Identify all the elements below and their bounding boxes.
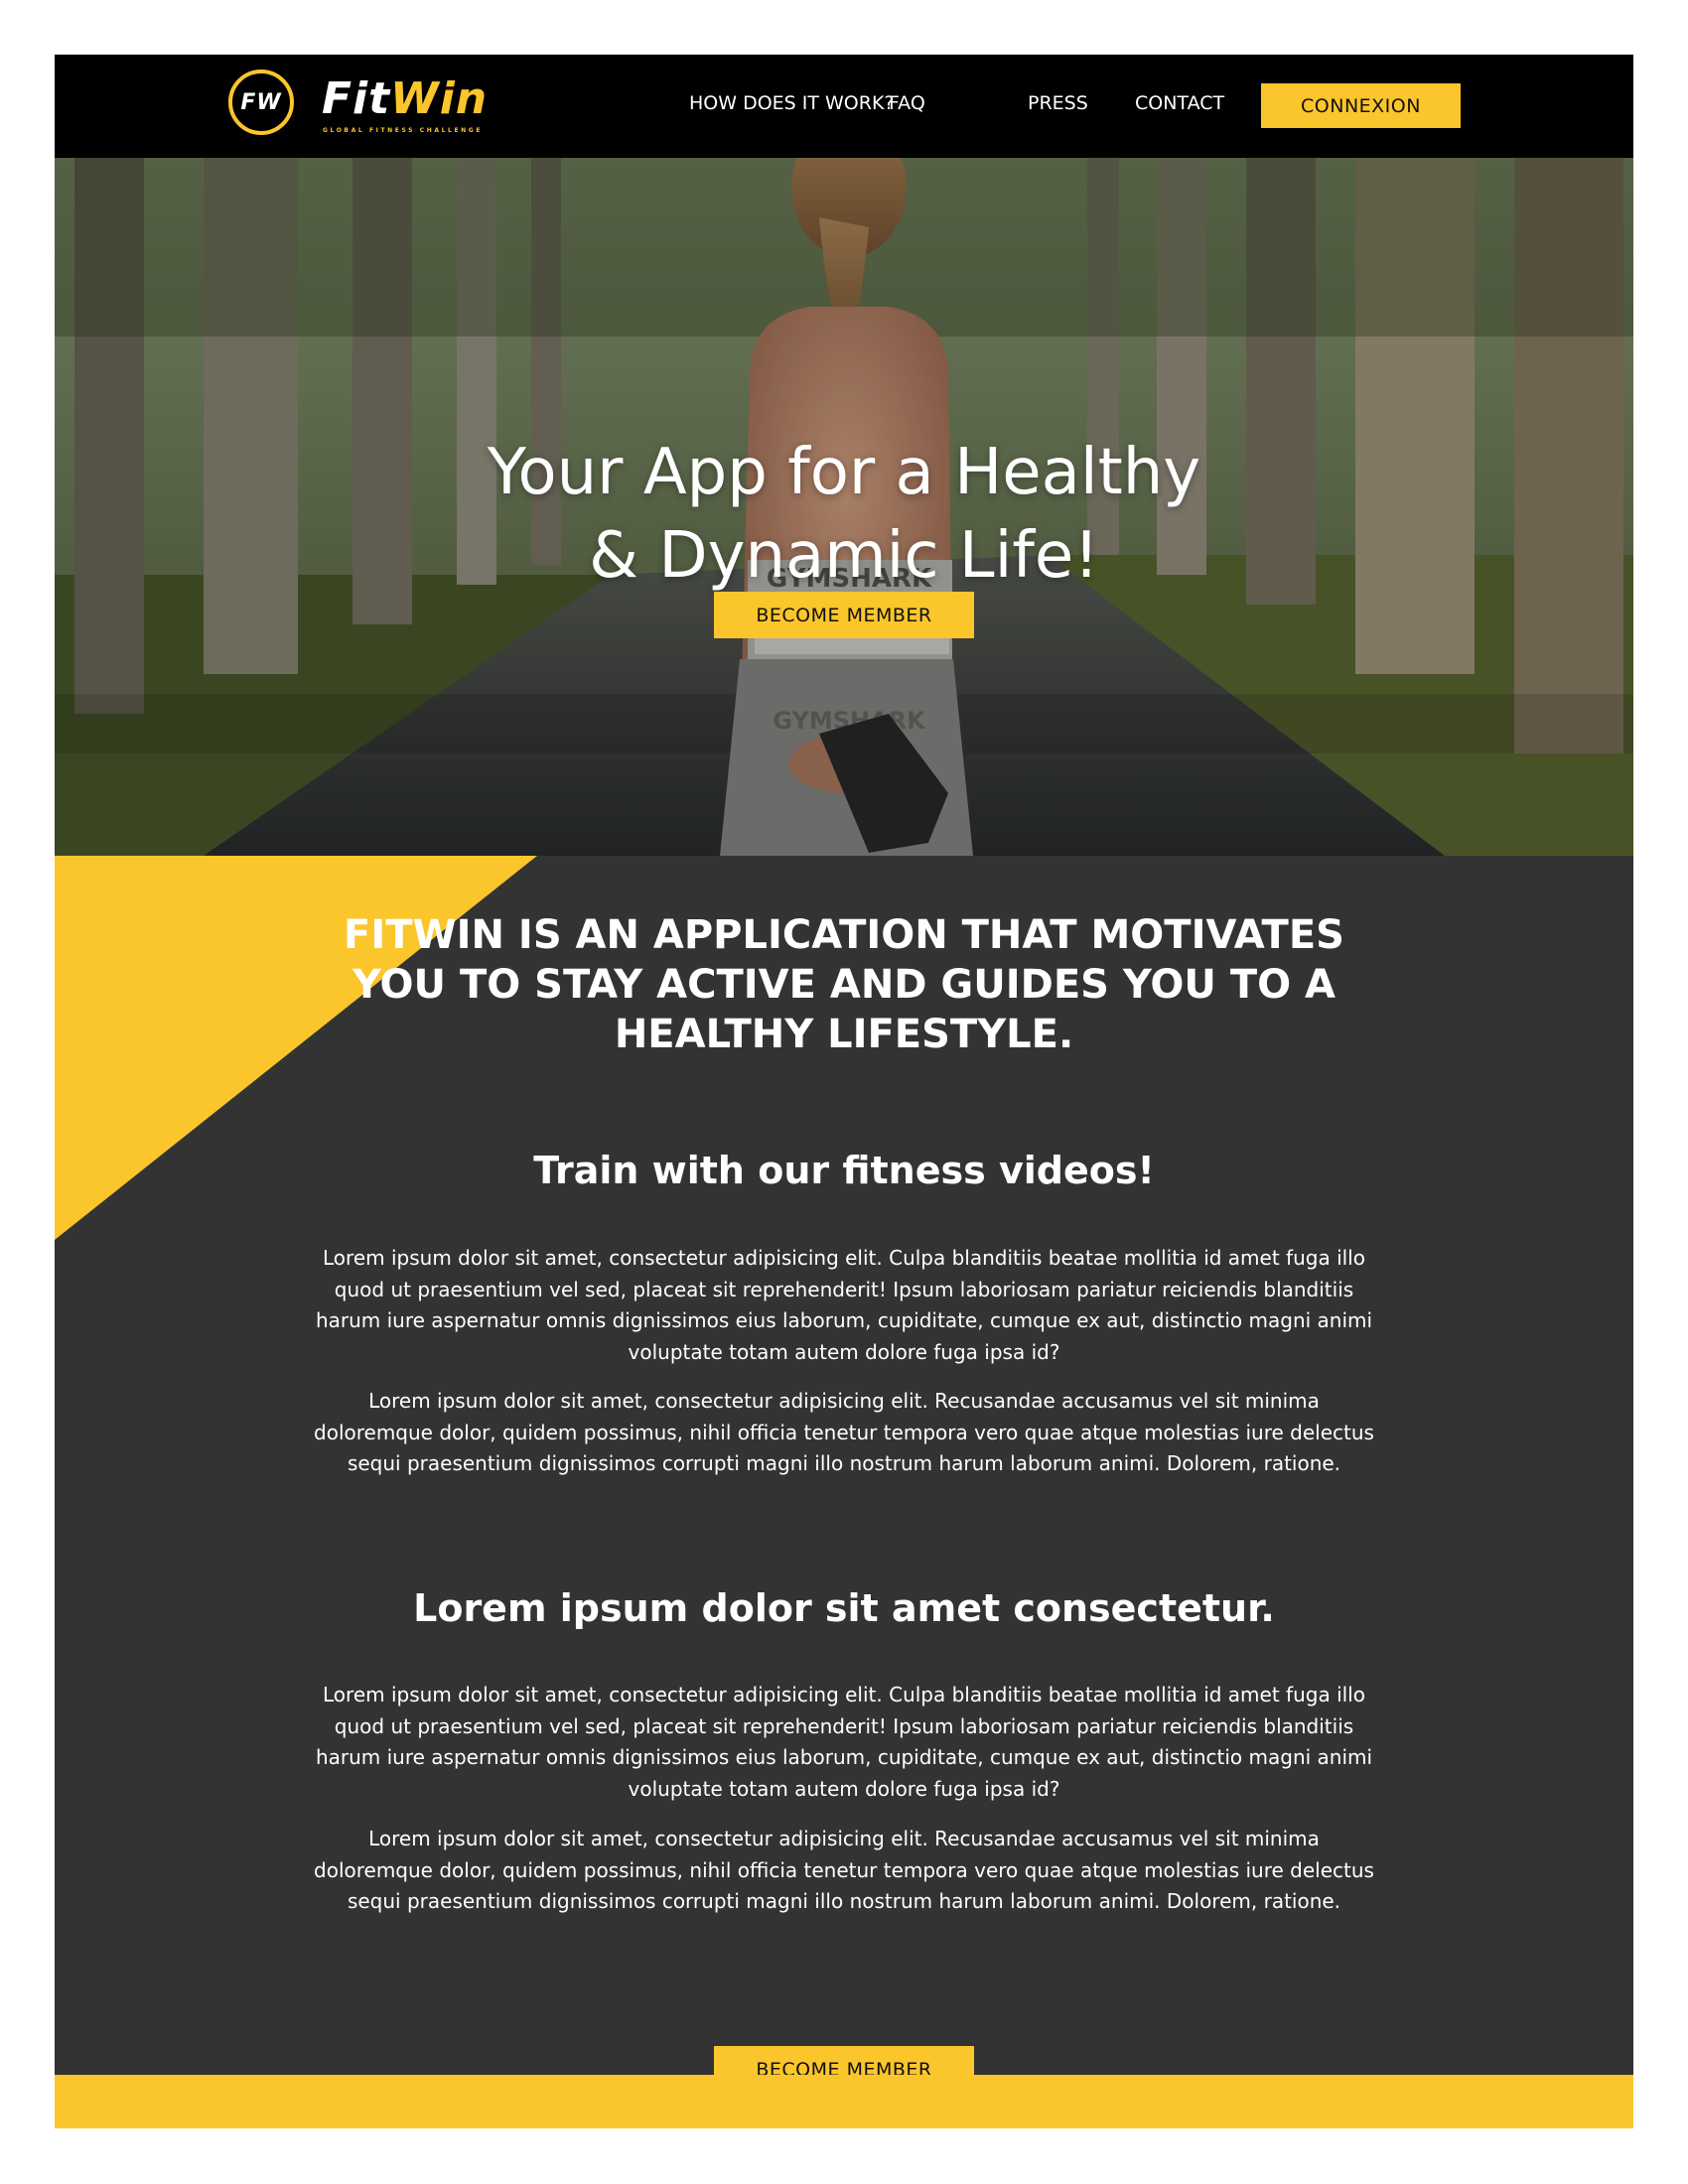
nav-link-press[interactable]: PRESS	[1028, 92, 1088, 114]
intro-statement: FITWIN IS AN APPLICATION THAT MOTIVATES …	[344, 912, 1344, 1057]
hero-become-member-button[interactable]: BECOME MEMBER	[714, 592, 974, 638]
logo-badge-icon: FW	[228, 69, 294, 135]
nav-link-contact[interactable]: CONTACT	[1135, 92, 1224, 114]
footer-accent-bar	[55, 2075, 1633, 2128]
nav-link-how-it-works[interactable]: HOW DOES IT WORK?	[689, 92, 895, 114]
page-container: FW FitWin GLOBAL FITNESS CHALLENGE HOW D…	[55, 55, 1633, 2128]
about-section: FITWIN IS AN APPLICATION THAT MOTIVATES …	[55, 856, 1633, 2093]
nav-link-faq[interactable]: FAQ	[889, 92, 925, 114]
logo-wordmark-part1: Fit	[322, 73, 391, 124]
section-heading-videos: Train with our fitness videos!	[533, 1149, 1155, 1192]
section-heading-lorem: Lorem ipsum dolor sit amet consectetur.	[413, 1586, 1275, 1630]
connexion-button[interactable]: CONNEXION	[1261, 83, 1461, 128]
section2-paragraph-2: Lorem ipsum dolor sit amet, consectetur …	[314, 1827, 1374, 1913]
logo-wordmark-part2: Win	[390, 73, 489, 124]
hero-headline: Your App for a Healthy & Dynamic Life!	[55, 431, 1633, 598]
logo-wordmark: FitWin	[322, 75, 488, 123]
hero-headline-line1: Your App for a Healthy	[487, 435, 1201, 509]
top-navigation-bar: FW FitWin GLOBAL FITNESS CHALLENGE HOW D…	[55, 55, 1633, 158]
section1-paragraph-1: Lorem ipsum dolor sit amet, consectetur …	[315, 1246, 1373, 1364]
hero-banner: GYMSHARK GYMSHARK Your App for a Healthy…	[55, 158, 1633, 856]
logo-tagline: GLOBAL FITNESS CHALLENGE	[323, 127, 484, 134]
logo-badge-text: FW	[240, 89, 282, 115]
hero-headline-line2: & Dynamic Life!	[589, 518, 1099, 593]
section1-paragraph-2: Lorem ipsum dolor sit amet, consectetur …	[314, 1389, 1374, 1475]
section2-paragraph-1: Lorem ipsum dolor sit amet, consectetur …	[315, 1683, 1373, 1801]
